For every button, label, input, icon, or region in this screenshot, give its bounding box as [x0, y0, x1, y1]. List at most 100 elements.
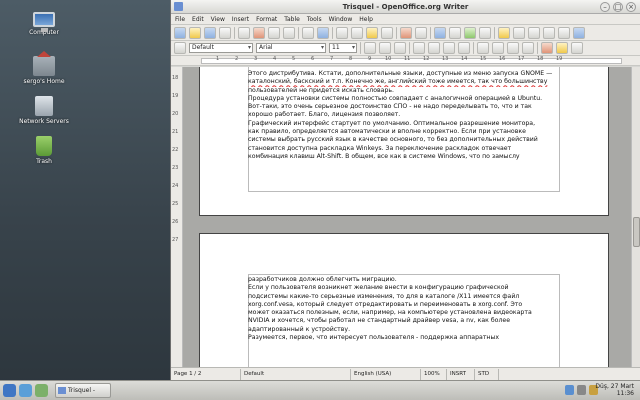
volume-tray-icon[interactable] [577, 385, 586, 395]
menu-edit[interactable]: Edit [192, 16, 204, 23]
text-line: становится доступна раскладка Winkeys. З… [248, 144, 512, 152]
vruler-tick: 25 [172, 201, 179, 207]
desktop-icon-network[interactable]: Network Servers [14, 96, 74, 125]
maximize-button[interactable]: □ [613, 2, 623, 12]
document-page-2[interactable]: разработчиков должно облегчить миграцию.… [199, 233, 609, 367]
toolbar-separator [473, 42, 474, 54]
menu-help[interactable]: Help [359, 16, 373, 23]
font-name-select[interactable]: Arial [256, 43, 326, 53]
menu-tools[interactable]: Tools [307, 16, 322, 23]
close-button[interactable]: × [626, 2, 636, 12]
document-page-1[interactable]: Этого дистрибутива. Кстати, дополнительн… [199, 67, 609, 216]
export-pdf-icon[interactable] [253, 26, 265, 39]
justify-icon[interactable] [458, 42, 470, 54]
ruler-tick: 11 [404, 56, 411, 62]
language-indicator[interactable]: English (USA) [351, 368, 421, 380]
save-icon[interactable] [204, 26, 216, 39]
italic-icon[interactable] [379, 42, 391, 54]
horizontal-ruler[interactable]: 1 2 3 4 5 6 7 8 9 10 11 12 13 14 15 16 1… [171, 56, 640, 66]
page-preview-icon[interactable] [283, 26, 295, 39]
menu-view[interactable]: View [211, 16, 225, 23]
menu-format[interactable]: Format [256, 16, 277, 23]
paragraph-style-select[interactable]: Default [189, 43, 253, 53]
vertical-scrollbar[interactable] [631, 67, 640, 367]
bold-icon[interactable] [364, 42, 376, 54]
scrollbar-thumb[interactable] [633, 217, 640, 247]
trash-icon [36, 136, 52, 156]
redo-icon[interactable] [415, 26, 427, 39]
autospellcheck-icon[interactable] [317, 26, 329, 39]
numbering-icon[interactable] [477, 42, 489, 54]
desktop-icon-computer[interactable]: Computer [14, 12, 74, 36]
spellcheck-icon[interactable] [302, 26, 314, 39]
help-icon[interactable] [573, 26, 585, 39]
vruler-tick: 20 [172, 111, 179, 117]
desktop-icon-trash[interactable]: Trash [14, 136, 74, 165]
align-right-icon[interactable] [443, 42, 455, 54]
text-line: Вот-таки, это очень серьезное достоинств… [248, 103, 532, 111]
nonprinting-chars-icon[interactable] [543, 26, 555, 39]
font-size-select[interactable]: 11 [329, 43, 357, 53]
status-bar: Page 1 / 2 Default English (USA) 100% IN… [171, 367, 640, 380]
chart-icon[interactable] [479, 26, 491, 39]
increase-indent-icon[interactable] [522, 42, 534, 54]
network-tray-icon[interactable] [565, 385, 574, 395]
clock[interactable]: Düş, 27 Mart 11:36 [595, 383, 634, 397]
align-center-icon[interactable] [428, 42, 440, 54]
highlighting-icon[interactable] [556, 42, 568, 54]
insert-mode-indicator[interactable]: INSRT [447, 368, 475, 380]
menu-table[interactable]: Table [284, 16, 300, 23]
page-2-text[interactable]: разработчиков должно облегчить миграцию.… [248, 276, 560, 342]
document-area[interactable]: 18 19 20 21 22 23 24 25 26 27 Этого дист… [171, 67, 640, 367]
zoom-indicator[interactable]: 100% [421, 368, 447, 380]
page-1-text[interactable]: Этого дистрибутива. Кстати, дополнительн… [248, 70, 560, 161]
clone-formatting-icon[interactable] [381, 26, 393, 39]
main-menu-icon[interactable] [3, 384, 16, 397]
vertical-ruler[interactable]: 18 19 20 21 22 23 24 25 26 27 [171, 67, 183, 367]
file-manager-launcher-icon[interactable] [35, 384, 48, 397]
underline-icon[interactable] [394, 42, 406, 54]
text-line: комбинация клавиш Alt-Shift. В общем, вс… [248, 152, 520, 160]
align-left-icon[interactable] [413, 42, 425, 54]
page-style-indicator[interactable]: Default [241, 368, 351, 380]
undo-icon[interactable] [400, 26, 412, 39]
hyperlink-icon[interactable] [434, 26, 446, 39]
zoom-icon[interactable] [558, 26, 570, 39]
browser-launcher-icon[interactable] [19, 384, 32, 397]
text-line: Графический интерфейс стартует по умолча… [248, 119, 536, 127]
desktop-icon-home[interactable]: sergo's Home [14, 51, 74, 85]
data-sources-icon[interactable] [528, 26, 540, 39]
cut-icon[interactable] [336, 26, 348, 39]
copy-icon[interactable] [351, 26, 363, 39]
font-color-icon[interactable] [541, 42, 553, 54]
navigator-icon[interactable] [498, 26, 510, 39]
text-line: системы выбрать русский язык в качестве … [248, 136, 538, 144]
open-folder-icon[interactable] [189, 26, 201, 39]
gallery-icon[interactable] [513, 26, 525, 39]
print-icon[interactable] [268, 26, 280, 39]
minimize-button[interactable]: – [600, 2, 610, 12]
image-icon[interactable] [464, 26, 476, 39]
new-document-icon[interactable] [174, 26, 186, 39]
bullets-icon[interactable] [492, 42, 504, 54]
page-indicator[interactable]: Page 1 / 2 [171, 368, 241, 380]
background-color-icon[interactable] [571, 42, 583, 54]
menu-insert[interactable]: Insert [232, 16, 249, 23]
toolbar-separator [396, 26, 397, 39]
paste-icon[interactable] [366, 26, 378, 39]
ruler-tick: 14 [461, 56, 468, 62]
text-line: каталонский, баскский и т.п. Конечно же,… [248, 78, 548, 86]
decrease-indent-icon[interactable] [507, 42, 519, 54]
menu-file[interactable]: File [175, 16, 185, 23]
selection-mode-indicator[interactable]: STD [475, 368, 499, 380]
network-servers-icon [35, 96, 53, 116]
menu-window[interactable]: Window [329, 16, 353, 23]
ruler-tick: 3 [254, 56, 258, 62]
email-icon[interactable] [219, 26, 231, 39]
edit-file-icon[interactable] [238, 26, 250, 39]
styles-formatting-icon[interactable] [174, 42, 186, 54]
taskbar-window-button[interactable]: Trisquel - OpenOffice... [55, 383, 111, 398]
clock-date: Düş, 27 Mart [595, 383, 634, 390]
table-icon[interactable] [449, 26, 461, 39]
title-bar[interactable]: Trisquel - OpenOffice.org Writer – □ × [171, 0, 640, 14]
